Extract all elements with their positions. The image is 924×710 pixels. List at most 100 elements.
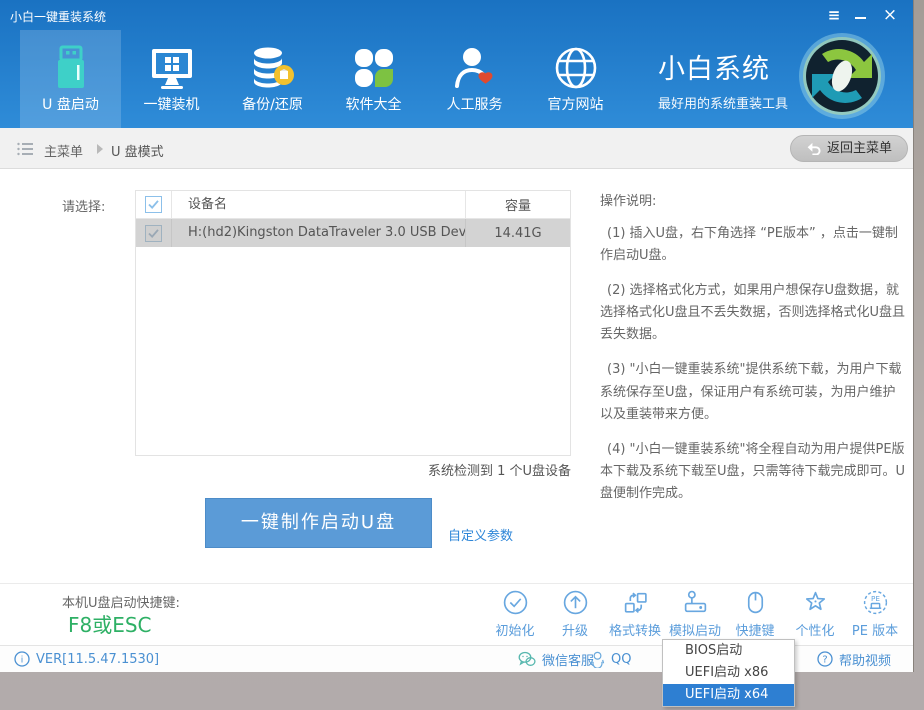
minimize-icon[interactable] [849, 6, 871, 24]
tools-row: 初始化 升级 [485, 589, 905, 639]
question-icon: ? [817, 651, 833, 667]
title-bar: 小白一键重装系统 ≡ × [0, 0, 913, 30]
tool-label: PE 版本 [852, 620, 898, 639]
svg-text:?: ? [822, 655, 827, 666]
star-icon [802, 589, 829, 616]
nav-item-label: 一键装机 [121, 94, 222, 114]
device-table: 设备名 容量 H:(hd2)Kingston DataTraveler 3.0 … [135, 190, 571, 456]
instruction-step: (4) "小白一键重装系统"将全程自动为用户提供PE版本下载及系统下载至U盘，只… [600, 439, 908, 505]
help-label: 帮助视频 [839, 650, 891, 669]
mouse-icon [742, 589, 769, 616]
tool-label: 升级 [562, 620, 588, 639]
person-heart-icon [451, 44, 499, 92]
wechat-label: 微信客服 [542, 650, 594, 669]
tool-label: 初始化 [495, 620, 534, 639]
custom-params-link[interactable]: 自定义参数 [448, 525, 513, 544]
svg-text:i: i [21, 656, 24, 666]
nav-item-usb-boot[interactable]: U 盘启动 [20, 30, 121, 128]
pe-version-icon: PE [862, 589, 889, 616]
tool-format-convert[interactable]: 格式转换 [605, 589, 665, 639]
tool-pe-version[interactable]: PE PE 版本 [845, 589, 905, 639]
tool-label: 格式转换 [609, 620, 661, 639]
device-table-header: 设备名 容量 [136, 191, 570, 219]
return-arrow-icon [806, 142, 822, 155]
tool-label: 快捷键 [735, 620, 774, 639]
nav-item-label: 备份/还原 [222, 94, 323, 114]
joystick-icon [682, 589, 709, 616]
qq-icon [590, 651, 605, 668]
tool-hotkeys[interactable]: 快捷键 [725, 589, 785, 639]
nav-item-software-center[interactable]: 软件大全 [323, 30, 424, 128]
main-content: 请选择: 设备名 容量 [0, 169, 913, 583]
check-circle-icon [502, 589, 529, 616]
convert-icon [622, 589, 649, 616]
brand-logo-icon [797, 31, 887, 121]
menu-item-uefi-x64[interactable]: UEFI启动 x64 [663, 684, 794, 706]
column-header-capacity: 容量 [466, 195, 570, 214]
instruction-step: (2) 选择格式化方式，如果用户想保存U盘数据，就选择格式化U盘且不丢失数据，否… [600, 280, 908, 346]
wechat-support-link[interactable]: 微信客服 [518, 646, 594, 672]
tool-upgrade[interactable]: 升级 [545, 589, 605, 639]
globe-icon [552, 44, 600, 92]
device-row[interactable]: H:(hd2)Kingston DataTraveler 3.0 USB Dev… [136, 219, 570, 247]
nav-item-backup-restore[interactable]: 备份/还原 [222, 30, 323, 128]
usb-drive-icon [47, 44, 95, 92]
nav-item-label: 官方网站 [525, 94, 626, 114]
breadcrumb: 主菜单 U 盘模式 返回主菜单 [0, 128, 913, 169]
svg-text:PE: PE [871, 594, 880, 603]
nav-item-label: U 盘启动 [20, 94, 121, 114]
tool-label: 模拟启动 [669, 620, 721, 639]
breadcrumb-root[interactable]: 主菜单 [44, 141, 83, 160]
window-title: 小白一键重装系统 [10, 8, 106, 25]
list-icon [16, 140, 34, 162]
wechat-icon [518, 651, 536, 667]
software-clover-icon [350, 44, 398, 92]
desktop: 小白一键重装系统 ≡ × U 盘启动 [0, 0, 924, 710]
tool-personalize[interactable]: 个性化 [785, 589, 845, 639]
tool-simulate-boot[interactable]: 模拟启动 [665, 589, 725, 639]
close-icon[interactable]: × [879, 6, 901, 24]
info-icon: i [14, 651, 30, 667]
tool-label: 个性化 [795, 620, 834, 639]
menu-icon[interactable]: ≡ [823, 6, 845, 24]
brand-name: 小白系统 [658, 47, 788, 86]
header: 小白一键重装系统 ≡ × U 盘启动 [0, 0, 913, 128]
back-button-label: 返回主菜单 [827, 141, 892, 156]
nav-item-label: 人工服务 [424, 94, 525, 114]
version-text: VER[11.5.47.1530] [36, 652, 159, 667]
device-capacity: 14.41G [466, 226, 570, 241]
tool-initialize[interactable]: 初始化 [485, 589, 545, 639]
bottom-toolbar: 本机U盘启动快捷键: F8或ESC 初始化 [0, 583, 913, 645]
detected-devices-text: 系统检测到 1 个U盘设备 [135, 460, 571, 479]
help-video-link[interactable]: ? 帮助视频 [817, 646, 891, 672]
select-all-checkbox[interactable] [145, 196, 162, 213]
brand-block: 小白系统 最好用的系统重装工具 [658, 47, 788, 112]
boot-mode-menu: BIOS启动 UEFI启动 x86 UEFI启动 x64 [662, 639, 795, 707]
instruction-step: (1) 插入U盘，右下角选择 “PE版本” ，点击一键制作启动U盘。 [600, 223, 908, 267]
qq-label: QQ [611, 652, 631, 667]
backup-database-icon [249, 44, 297, 92]
instruction-step: (3) "小白一键重装系统"提供系统下载，为用户下载系统保存至U盘，保证用户有系… [600, 359, 908, 425]
device-name: H:(hd2)Kingston DataTraveler 3.0 USB Dev… [172, 219, 466, 247]
version-info: i VER[11.5.47.1530] [14, 646, 159, 672]
nav-item-official-website[interactable]: 官方网站 [525, 30, 626, 128]
brand-tagline: 最好用的系统重装工具 [658, 93, 788, 112]
make-boot-usb-button[interactable]: 一键制作启动U盘 [205, 498, 432, 548]
breadcrumb-arrow-icon [97, 144, 103, 154]
instructions-panel: 操作说明: (1) 插入U盘，右下角选择 “PE版本” ，点击一键制作启动U盘。… [600, 190, 908, 518]
menu-item-uefi-x86[interactable]: UEFI启动 x86 [663, 662, 794, 684]
nav-item-label: 软件大全 [323, 94, 424, 114]
nav-item-customer-service[interactable]: 人工服务 [424, 30, 525, 128]
device-row-checkbox[interactable] [145, 225, 162, 242]
breadcrumb-current: U 盘模式 [111, 141, 164, 160]
column-header-device-name: 设备名 [172, 191, 466, 218]
instructions-title: 操作说明: [600, 190, 908, 209]
back-to-main-menu-button[interactable]: 返回主菜单 [790, 135, 908, 162]
menu-item-bios-boot[interactable]: BIOS启动 [663, 640, 794, 662]
qq-support-link[interactable]: QQ [590, 646, 631, 672]
monitor-icon [148, 44, 196, 92]
select-prompt: 请选择: [62, 196, 105, 215]
hotkey-value: F8或ESC [68, 609, 152, 638]
nav-item-one-key-install[interactable]: 一键装机 [121, 30, 222, 128]
up-arrow-circle-icon [562, 589, 589, 616]
